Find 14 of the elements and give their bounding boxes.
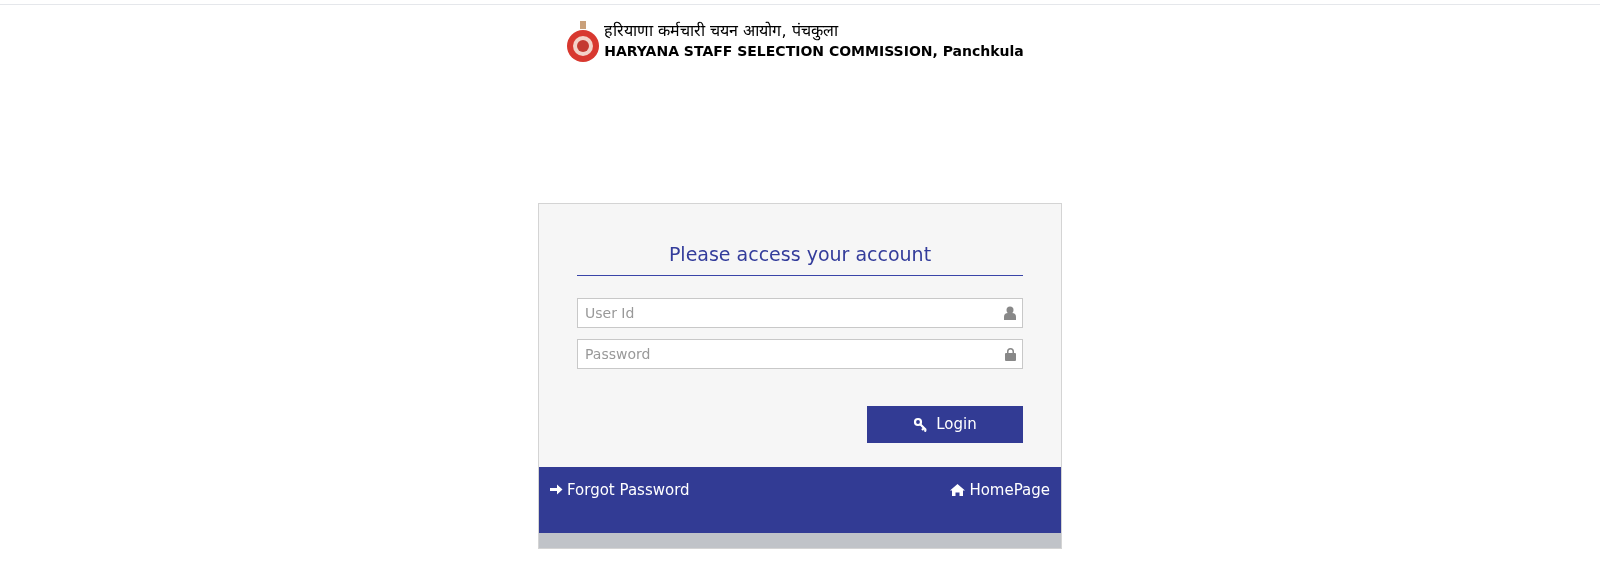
forgot-password-link[interactable]: Forgot Password bbox=[550, 478, 690, 501]
password-field[interactable]: Password bbox=[577, 338, 1023, 369]
commission-title-hindi: हरियाणा कर्मचारी चयन आयोग, पंचकुला bbox=[604, 21, 840, 41]
emblem-icon bbox=[566, 19, 601, 63]
commission-title: HARYANA STAFF SELECTION COMMISSION, Panchkula bbox=[604, 42, 1024, 61]
login-heading: Please access your account bbox=[668, 242, 932, 267]
key-icon bbox=[913, 416, 929, 432]
home-icon bbox=[950, 483, 966, 496]
homepage-link[interactable]: HomePage bbox=[950, 478, 1050, 501]
login-button[interactable]: Login bbox=[867, 405, 1023, 443]
user-id-field[interactable]: User Id bbox=[577, 297, 1023, 328]
user-icon bbox=[1004, 305, 1016, 320]
lock-icon bbox=[1005, 346, 1016, 361]
arrow-right-icon bbox=[550, 483, 563, 497]
